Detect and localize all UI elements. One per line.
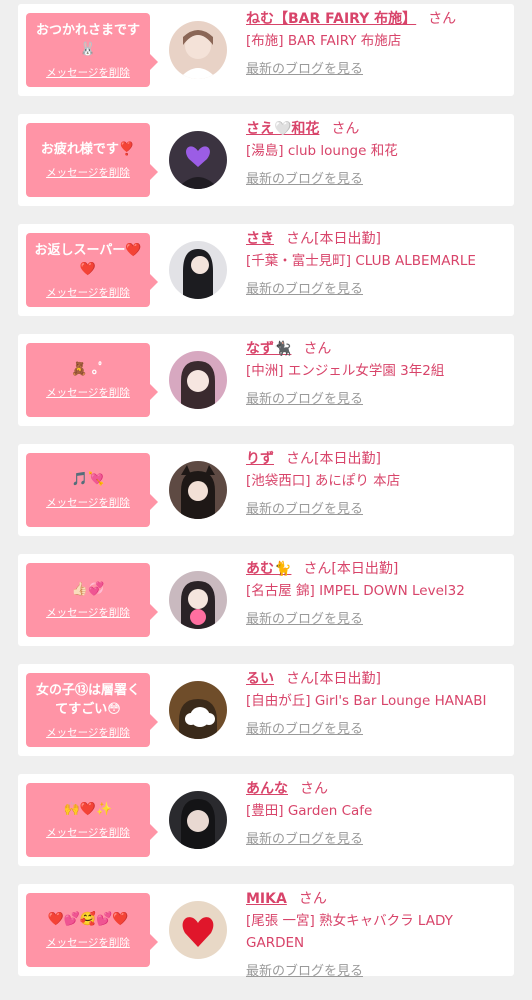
latest-blog-link[interactable]: 最新のブログを見る (246, 828, 363, 847)
message-text: おつかれさまです🐰 (35, 22, 140, 57)
message-card: お疲れ様です❣️ メッセージを削除 さえ🤍和花 さん [湯島] club loun… (18, 114, 514, 206)
cast-info: ねむ【BAR FAIRY 布施】 さん [布施] BAR FAIRY 布施店 最新… (246, 8, 510, 77)
latest-blog-link[interactable]: 最新のブログを見る (246, 58, 363, 77)
latest-blog-link[interactable]: 最新のブログを見る (246, 718, 363, 737)
delete-message-link[interactable]: メッセージを削除 (46, 65, 130, 80)
message-text: ❤️💕🥰💕❤️ (47, 912, 129, 927)
message-card: 🙌❤️✨ メッセージを削除 あんな さん [豊田] Garden Cafe 最新の… (18, 774, 514, 866)
latest-blog-link[interactable]: 最新のブログを見る (246, 388, 363, 407)
message-bubble: 女の子⑬は層署くてすごい😳 メッセージを削除 (26, 673, 158, 747)
cast-info: さき さん[本日出勤] [千葉・富士見町] CLUB ALBEMARLE 最新のブ… (246, 228, 510, 297)
name-suffix: さん (298, 891, 327, 907)
name-suffix: さん (331, 121, 360, 137)
delete-message-link[interactable]: メッセージを削除 (46, 385, 130, 400)
latest-blog-link[interactable]: 最新のブログを見る (246, 168, 363, 187)
message-bubble: 🧸 ｡ﾟ メッセージを削除 (26, 343, 158, 417)
cast-name-link[interactable]: りず (246, 451, 274, 467)
shop-name: [豊田] Garden Cafe (246, 803, 373, 819)
message-bubble: ❤️💕🥰💕❤️ メッセージを削除 (26, 893, 158, 967)
message-card: 🎵💘 メッセージを削除 りず さん[本日出勤] [池袋西口] あにぽり 本店 最新… (18, 444, 514, 536)
avatar[interactable] (169, 571, 227, 629)
cast-info: あんな さん [豊田] Garden Cafe 最新のブログを見る (246, 778, 510, 847)
shop-name: [布施] BAR FAIRY 布施店 (246, 33, 402, 49)
message-card: おつかれさまです🐰 メッセージを削除 ねむ【BAR FAIRY 布施】 さん [布… (18, 4, 514, 96)
avatar[interactable] (169, 791, 227, 849)
delete-message-link[interactable]: メッセージを削除 (46, 825, 130, 840)
message-card: お返しスーパー❤️❤️ メッセージを削除 さき さん[本日出勤] [千葉・富士見町… (18, 224, 514, 316)
name-suffix: さん[本日出勤] (286, 451, 381, 467)
message-card: 🧸 ｡ﾟ メッセージを削除 なず🐈‍⬛ さん [中洲] エンジェル女学園 3年2組… (18, 334, 514, 426)
avatar[interactable] (169, 681, 227, 739)
shop-name: [湯島] club lounge 和花 (246, 143, 398, 159)
avatar[interactable] (169, 131, 227, 189)
message-text: 🙌❤️✨ (63, 802, 113, 817)
cast-name-link[interactable]: さえ🤍和花 (246, 121, 319, 137)
avatar[interactable] (169, 901, 227, 959)
message-card: 女の子⑬は層署くてすごい😳 メッセージを削除 るい さん[本日出勤] [自由が丘]… (18, 664, 514, 756)
cast-name-link[interactable]: MIKA (246, 891, 287, 907)
delete-message-link[interactable]: メッセージを削除 (46, 165, 130, 180)
cast-name-link[interactable]: るい (246, 671, 274, 687)
name-suffix: さん[本日出勤] (286, 671, 381, 687)
delete-message-link[interactable]: メッセージを削除 (46, 285, 130, 300)
delete-message-link[interactable]: メッセージを削除 (46, 495, 130, 510)
cast-info: るい さん[本日出勤] [自由が丘] Girl's Bar Lounge HANA… (246, 668, 510, 737)
shop-name: [自由が丘] Girl's Bar Lounge HANABI (246, 693, 487, 709)
shop-name: [池袋西口] あにぽり 本店 (246, 473, 401, 489)
message-card: ❤️💕🥰💕❤️ メッセージを削除 MIKA さん [尾張 一宮] 熟女キャバクラ … (18, 884, 514, 979)
message-bubble: 👍🏻💞 メッセージを削除 (26, 563, 158, 637)
cast-name-link[interactable]: あんな (246, 781, 288, 797)
latest-blog-link[interactable]: 最新のブログを見る (246, 960, 363, 979)
message-text: 女の子⑬は層署くてすごい😳 (35, 682, 140, 717)
message-bubble: 🎵💘 メッセージを削除 (26, 453, 158, 527)
avatar[interactable] (169, 351, 227, 409)
avatar[interactable] (169, 461, 227, 519)
shop-name: [尾張 一宮] 熟女キャバクラ LADY GARDEN (246, 913, 453, 951)
message-bubble: おつかれさまです🐰 メッセージを削除 (26, 13, 158, 87)
name-suffix: さん (300, 781, 328, 797)
latest-blog-link[interactable]: 最新のブログを見る (246, 608, 363, 627)
cast-name-link[interactable]: なず🐈‍⬛ (246, 341, 291, 357)
name-suffix: さん (303, 341, 332, 357)
name-suffix: さん (428, 11, 457, 27)
cast-info: さえ🤍和花 さん [湯島] club lounge 和花 最新のブログを見る (246, 118, 510, 187)
cast-name-link[interactable]: さき (246, 231, 274, 247)
message-text: お返しスーパー❤️❤️ (34, 242, 142, 277)
cast-info: MIKA さん [尾張 一宮] 熟女キャバクラ LADY GARDEN 最新のブロ… (246, 888, 510, 979)
cast-info: りず さん[本日出勤] [池袋西口] あにぽり 本店 最新のブログを見る (246, 448, 510, 517)
latest-blog-link[interactable]: 最新のブログを見る (246, 278, 363, 297)
delete-message-link[interactable]: メッセージを削除 (46, 935, 130, 950)
message-card: 👍🏻💞 メッセージを削除 あむ🐈 さん[本日出勤] [名古屋 錦] IMPEL D… (18, 554, 514, 646)
shop-name: [千葉・富士見町] CLUB ALBEMARLE (246, 253, 476, 269)
cast-name-link[interactable]: あむ🐈 (246, 561, 291, 577)
message-list: おつかれさまです🐰 メッセージを削除 ねむ【BAR FAIRY 布施】 さん [布… (0, 0, 532, 1000)
message-bubble: 🙌❤️✨ メッセージを削除 (26, 783, 158, 857)
message-text: 👍🏻💞 (71, 582, 105, 597)
avatar[interactable] (169, 241, 227, 299)
delete-message-link[interactable]: メッセージを削除 (46, 605, 130, 620)
cast-name-link[interactable]: ねむ【BAR FAIRY 布施】 (246, 11, 416, 27)
latest-blog-link[interactable]: 最新のブログを見る (246, 498, 363, 517)
message-bubble: お疲れ様です❣️ メッセージを削除 (26, 123, 158, 197)
shop-name: [中洲] エンジェル女学園 3年2組 (246, 363, 445, 379)
delete-message-link[interactable]: メッセージを削除 (46, 725, 130, 740)
avatar[interactable] (169, 21, 227, 79)
shop-name: [名古屋 錦] IMPEL DOWN Level32 (246, 583, 465, 599)
name-suffix: さん[本日出勤] (286, 231, 381, 247)
cast-info: あむ🐈 さん[本日出勤] [名古屋 錦] IMPEL DOWN Level32 最… (246, 558, 510, 627)
name-suffix: さん[本日出勤] (303, 561, 399, 577)
message-text: お疲れ様です❣️ (40, 142, 136, 157)
cast-info: なず🐈‍⬛ さん [中洲] エンジェル女学園 3年2組 最新のブログを見る (246, 338, 510, 407)
message-text: 🎵💘 (71, 472, 105, 487)
message-bubble: お返しスーパー❤️❤️ メッセージを削除 (26, 233, 158, 307)
message-text: 🧸 ｡ﾟ (71, 362, 105, 377)
